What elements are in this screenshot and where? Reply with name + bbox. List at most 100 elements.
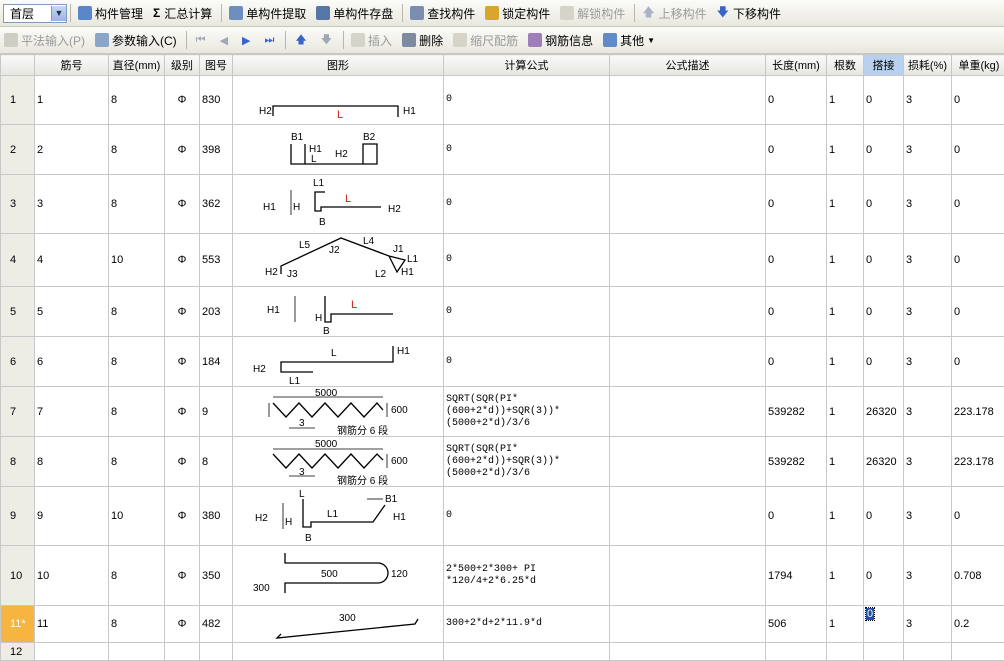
unit-weight-cell[interactable]: 0.2 [952, 606, 1004, 643]
unlock-component-button[interactable]: 解锁构件 [556, 2, 629, 24]
grade-cell[interactable] [165, 643, 200, 661]
row-header[interactable]: 10 [1, 546, 35, 606]
formula-desc-cell[interactable] [610, 606, 766, 643]
chevron-down-icon[interactable]: ▼ [51, 6, 66, 21]
diameter-cell[interactable]: 8 [109, 287, 165, 337]
loss-cell[interactable]: 3 [904, 487, 952, 546]
diameter-cell[interactable]: 10 [109, 487, 165, 546]
loss-cell[interactable] [904, 643, 952, 661]
diameter-cell[interactable]: 8 [109, 546, 165, 606]
col-header-formula[interactable]: 计算公式 [444, 55, 610, 76]
formula-desc-cell[interactable] [610, 76, 766, 125]
row-header[interactable]: 7 [1, 387, 35, 437]
rebar-info-button[interactable]: 钢筋信息 [524, 29, 597, 51]
count-cell[interactable]: 1 [827, 287, 864, 337]
component-manage-button[interactable]: 构件管理 [74, 2, 147, 24]
figure-no-cell[interactable]: 8 [200, 437, 233, 487]
grade-cell[interactable]: Φ [165, 234, 200, 287]
row-up-button[interactable]: 🡅 [289, 29, 312, 51]
count-cell[interactable] [827, 643, 864, 661]
row-header[interactable]: 11* [1, 606, 35, 643]
unit-weight-cell[interactable]: 0 [952, 125, 1004, 175]
formula-cell[interactable]: 0 [444, 337, 610, 387]
lap-cell[interactable]: 0 [864, 76, 904, 125]
col-header-diameter[interactable]: 直径(mm) [109, 55, 165, 76]
lap-cell[interactable]: 0 [864, 287, 904, 337]
figure-no-cell[interactable] [200, 643, 233, 661]
figure-no-cell[interactable]: 362 [200, 175, 233, 234]
flat-input-button[interactable]: 平法输入(P) [0, 29, 89, 51]
formula-desc-cell[interactable] [610, 487, 766, 546]
shape-cell[interactable]: 300 [233, 606, 444, 643]
scale-rebar-button[interactable]: 缩尺配筋 [449, 29, 522, 51]
shape-cell[interactable]: L B1 H2 H L1 H1 B [233, 487, 444, 546]
figure-no-cell[interactable]: 350 [200, 546, 233, 606]
shape-cell[interactable]: H1 H L B [233, 287, 444, 337]
lap-cell[interactable]: 0 [864, 125, 904, 175]
shape-cell[interactable]: L5 L4 J2 J1 L1 H2 J3 L2 H1 [233, 234, 444, 287]
length-cell[interactable]: 0 [766, 175, 827, 234]
formula-desc-cell[interactable] [610, 437, 766, 487]
lap-cell[interactable]: 0 [864, 546, 904, 606]
shape-cell[interactable]: 5000 600 3 钢筋分 6 段 [233, 437, 444, 487]
count-cell[interactable]: 1 [827, 175, 864, 234]
next-record-button[interactable]: ▶ [236, 29, 256, 51]
col-header-loss[interactable]: 损耗(%) [904, 55, 952, 76]
move-up-button[interactable]: 🡅上移构件 [638, 2, 710, 24]
grade-cell[interactable]: Φ [165, 387, 200, 437]
lap-cell[interactable]: 0 [864, 606, 904, 643]
figure-no-cell[interactable]: 380 [200, 487, 233, 546]
col-header-grade[interactable]: 级别 [165, 55, 200, 76]
unit-weight-cell[interactable]: 0.708 [952, 546, 1004, 606]
bar-no-cell[interactable]: 3 [35, 175, 109, 234]
formula-cell[interactable]: 0 [444, 175, 610, 234]
diameter-cell[interactable] [109, 643, 165, 661]
figure-no-cell[interactable]: 482 [200, 606, 233, 643]
table-row[interactable]: 9910Φ380 L B1 H2 H L1 H1 B 001030 [1, 487, 1004, 546]
lap-cell[interactable]: 0 [864, 337, 904, 387]
bar-no-cell[interactable]: 1 [35, 76, 109, 125]
diameter-cell[interactable]: 8 [109, 387, 165, 437]
grade-cell[interactable]: Φ [165, 606, 200, 643]
unit-weight-cell[interactable]: 0 [952, 487, 1004, 546]
loss-cell[interactable]: 3 [904, 175, 952, 234]
row-header[interactable]: 3 [1, 175, 35, 234]
count-cell[interactable]: 1 [827, 606, 864, 643]
shape-cell[interactable] [233, 643, 444, 661]
grade-cell[interactable]: Φ [165, 125, 200, 175]
diameter-cell[interactable]: 8 [109, 125, 165, 175]
bar-no-cell[interactable]: 8 [35, 437, 109, 487]
formula-desc-cell[interactable] [610, 643, 766, 661]
length-cell[interactable] [766, 643, 827, 661]
bar-no-cell[interactable]: 7 [35, 387, 109, 437]
length-cell[interactable]: 0 [766, 487, 827, 546]
formula-cell[interactable]: 0 [444, 234, 610, 287]
bar-no-cell[interactable] [35, 643, 109, 661]
row-header[interactable]: 1 [1, 76, 35, 125]
diameter-cell[interactable]: 8 [109, 76, 165, 125]
unit-weight-cell[interactable]: 0 [952, 337, 1004, 387]
unit-weight-cell[interactable]: 0 [952, 287, 1004, 337]
table-row[interactable]: 10108Φ350 500 120 300 2*500+2*300+ PI *1… [1, 546, 1004, 606]
length-cell[interactable]: 539282 [766, 437, 827, 487]
grade-cell[interactable]: Φ [165, 487, 200, 546]
col-header-bar-no[interactable]: 筋号 [35, 55, 109, 76]
bar-no-cell[interactable]: 11 [35, 606, 109, 643]
col-header-figure-no[interactable]: 图号 [200, 55, 233, 76]
length-cell[interactable]: 0 [766, 125, 827, 175]
formula-cell[interactable]: 0 [444, 125, 610, 175]
lap-cell[interactable]: 0 [864, 234, 904, 287]
col-header-shape[interactable]: 图形 [233, 55, 444, 76]
formula-desc-cell[interactable] [610, 175, 766, 234]
length-cell[interactable]: 0 [766, 337, 827, 387]
row-header[interactable]: 2 [1, 125, 35, 175]
shape-cell[interactable]: H2 L H1 [233, 76, 444, 125]
diameter-cell[interactable]: 8 [109, 437, 165, 487]
diameter-cell[interactable]: 8 [109, 606, 165, 643]
lap-cell[interactable] [864, 643, 904, 661]
diameter-cell[interactable]: 8 [109, 175, 165, 234]
count-cell[interactable]: 1 [827, 76, 864, 125]
loss-cell[interactable]: 3 [904, 234, 952, 287]
loss-cell[interactable]: 3 [904, 287, 952, 337]
table-row[interactable]: 338Φ362 L1 L H1 H H2 B 001030 [1, 175, 1004, 234]
